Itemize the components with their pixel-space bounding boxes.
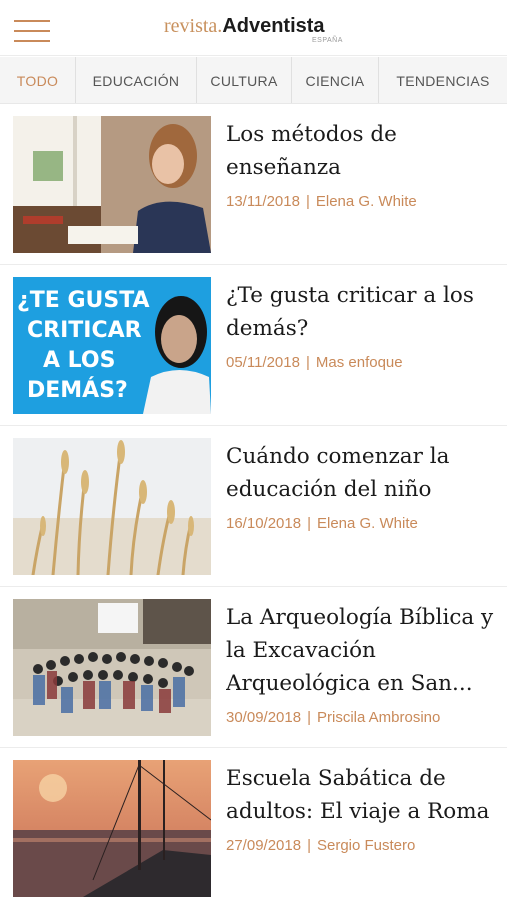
thumb-text-line: A LOS [43,348,115,373]
meta-separator: | [307,709,311,726]
article-date: 16/10/2018 [226,515,302,532]
article-meta: 30/09/2018 | Priscila Ambrosino [226,709,498,726]
meta-separator: | [307,515,311,532]
article-meta: 16/10/2018 | Elena G. White [226,515,498,532]
thumb-text-line: ¿TE GUSTA [17,288,150,313]
article-thumbnail[interactable] [13,760,211,897]
wheat-field-image [13,438,211,575]
tab-todo[interactable]: TODO [0,57,76,103]
article-item[interactable]: Cuándo comenzar la educación del niño 16… [0,426,507,587]
article-title[interactable]: Cuándo comenzar la educación del niño [226,440,498,506]
group-photo-image [13,599,211,736]
woman-studying-image [13,116,211,253]
article-item[interactable]: Escuela Sabática de adultos: El viaje a … [0,748,507,900]
article-item[interactable]: La Arqueología Bíblica y la Excavación A… [0,587,507,748]
article-author[interactable]: Elena G. White [316,193,417,210]
article-title[interactable]: Escuela Sabática de adultos: El viaje a … [226,762,498,828]
article-list: Los métodos de enseñanza 13/11/2018 | Elen… [0,104,507,900]
app-header: revista.Adventista ESPAÑA [0,0,507,56]
article-item[interactable]: ¿TE GUSTA CRITICAR A LOS DEMÁS? ¿Te gust… [0,265,507,426]
logo-subtitle: ESPAÑA [312,37,343,44]
article-date: 30/09/2018 [226,709,302,726]
logo-light-text: revista. [164,15,223,37]
article-thumbnail[interactable] [13,116,211,253]
article-item[interactable]: Los métodos de enseñanza 13/11/2018 | Elen… [0,104,507,265]
tab-ciencia[interactable]: CIENCIA [292,57,379,103]
article-date: 13/11/2018 [226,193,300,210]
article-author[interactable]: Mas enfoque [316,354,403,371]
criticism-video-image: ¿TE GUSTA CRITICAR A LOS DEMÁS? [13,277,211,414]
logo-bold-text: Adventista [222,15,325,37]
article-title[interactable]: ¿Te gusta criticar a los demás? [226,279,498,345]
article-title[interactable]: Los métodos de enseñanza [226,118,498,184]
article-date: 27/09/2018 [226,837,302,854]
tab-tendencias[interactable]: TENDENCIAS [379,57,507,103]
article-meta: 27/09/2018 | Sergio Fustero [226,837,498,854]
menu-icon[interactable] [14,20,50,44]
category-tabs: TODO EDUCACIÓN CULTURA CIENCIA TENDENCIA… [0,57,507,104]
article-meta: 05/11/2018 | Mas enfoque [226,354,498,371]
article-date: 05/11/2018 [226,354,300,371]
article-thumbnail[interactable] [13,438,211,575]
article-author[interactable]: Priscila Ambrosino [317,709,440,726]
article-author[interactable]: Sergio Fustero [317,837,415,854]
article-author[interactable]: Elena G. White [317,515,418,532]
meta-separator: | [307,837,311,854]
thumb-text-line: DEMÁS? [27,377,128,403]
article-thumbnail[interactable] [13,599,211,736]
sailboat-sunset-image [13,760,211,897]
meta-separator: | [305,193,310,210]
thumb-text-line: CRITICAR [27,318,142,343]
article-title[interactable]: La Arqueología Bíblica y la Excavación A… [226,601,498,700]
site-logo[interactable]: revista.Adventista ESPAÑA [164,14,354,48]
meta-separator: | [305,354,310,371]
tab-educacion[interactable]: EDUCACIÓN [76,57,197,103]
article-meta: 13/11/2018 | Elena G. White [226,193,498,210]
article-thumbnail[interactable]: ¿TE GUSTA CRITICAR A LOS DEMÁS? [13,277,211,414]
tab-cultura[interactable]: CULTURA [197,57,292,103]
